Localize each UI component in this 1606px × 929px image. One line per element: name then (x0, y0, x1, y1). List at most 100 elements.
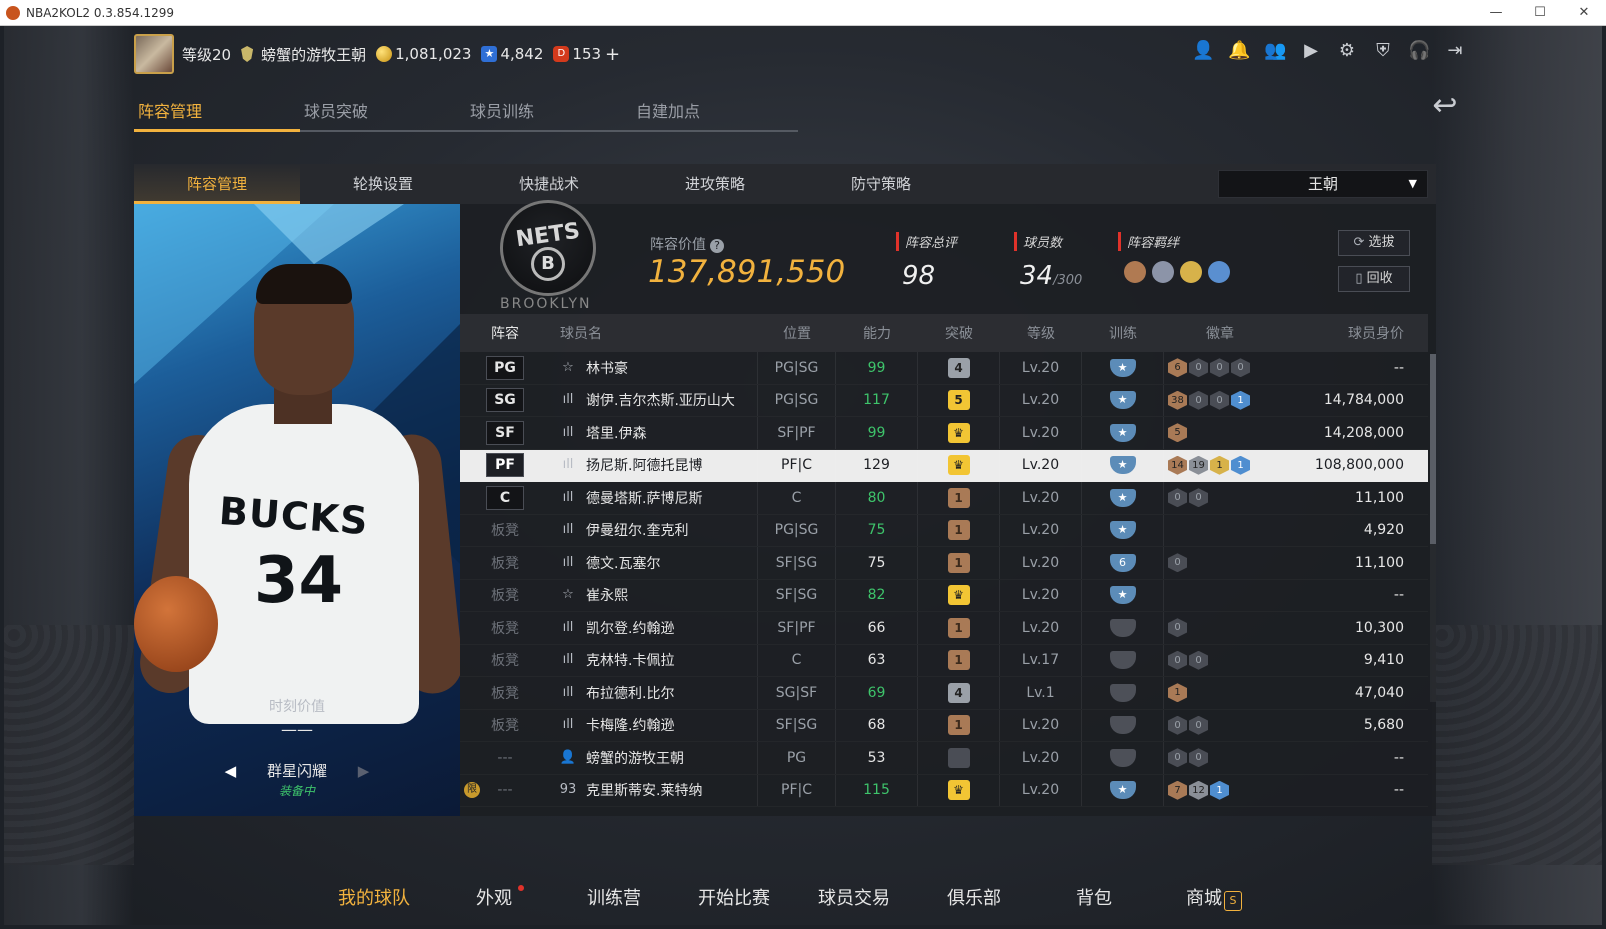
lineup-slot[interactable]: 板凳 (491, 588, 519, 604)
table-row[interactable]: 板凳 ıll 布拉德利.比尔 SG|SF 69 4 Lv.1 1 47,040 (460, 677, 1428, 710)
bell-icon[interactable]: 🔔 (1228, 40, 1250, 62)
nav-store[interactable]: 商城 S (1154, 879, 1274, 919)
training-cell: ★ (1082, 417, 1164, 449)
table-scrollbar[interactable] (1430, 354, 1436, 702)
nav-player-trade[interactable]: 球员交易 (794, 879, 914, 919)
nav-club[interactable]: 俱乐部 (914, 879, 1034, 919)
support-icon[interactable]: 🎧 (1408, 40, 1430, 62)
lineup-slot[interactable]: 板凳 (491, 653, 519, 669)
lineup-slot[interactable]: 板凳 (491, 556, 519, 572)
table-row[interactable]: C ıll 德曼塔斯.萨博尼斯 C 80 1 Lv.20 ★ 00 11,100 (460, 482, 1428, 515)
moment-value-label: 时刻价值 (269, 699, 325, 715)
table-row[interactable]: 板凳 ıll 克林特.卡佩拉 C 63 1 Lv.17 00 9,410 (460, 644, 1428, 678)
player-name-cell[interactable]: ıll 克林特.卡佩拉 (550, 644, 758, 676)
help-icon[interactable]: ? (710, 239, 724, 253)
badges-cell: 00 (1164, 488, 1276, 508)
maximize-button[interactable]: ☐ (1518, 0, 1562, 26)
shield-icon[interactable]: ⛨ (1372, 40, 1394, 62)
breakthrough-cell: 1 (918, 514, 1000, 546)
player-name-cell[interactable]: ☆ 崔永熙 (550, 579, 758, 611)
lineup-slot[interactable]: 板凳 (491, 718, 519, 734)
nav-my-team[interactable]: 我的球队 (314, 879, 434, 919)
close-button[interactable]: ✕ (1562, 0, 1606, 26)
team-select[interactable]: 王朝 ▼ (1218, 170, 1428, 198)
lineup-slot[interactable]: 板凳 (491, 686, 519, 702)
player-name-cell[interactable]: 93 克里斯蒂安.莱特纳 (550, 774, 758, 806)
exit-icon[interactable]: ⇥ (1444, 40, 1466, 62)
avatar[interactable] (134, 34, 174, 74)
friends-icon[interactable]: 👥 (1264, 40, 1286, 62)
player-name-cell[interactable]: ıll 扬尼斯.阿德托昆博 (550, 449, 758, 481)
player-name-cell[interactable]: ıll 伊曼纽尔.奎克利 (550, 514, 758, 546)
subtab-rotation[interactable]: 轮换设置 (300, 164, 466, 204)
table-row[interactable]: 板凳 ıll 凯尔登.约翰逊 SF|PF 66 1 Lv.20 0 10,300 (460, 612, 1428, 645)
player-card[interactable]: BUCKS 34 时刻价值 —— ◀ 群星闪耀 ▶ 装备中 (134, 204, 460, 816)
next-card-icon[interactable]: ▶ (358, 762, 370, 780)
table-row[interactable]: 板凳 ☆ 崔永熙 SF|SG 82 ♛ Lv.20 ★ -- (460, 579, 1428, 613)
badges-cell: 1 (1164, 683, 1276, 703)
player-price: 9,410 (1363, 652, 1404, 669)
lineup-position-badge[interactable]: PF (486, 453, 524, 478)
nav-backpack[interactable]: 背包 (1034, 879, 1154, 919)
table-row[interactable]: --- 👤 螃蟹的游牧王朝 PG 53 Lv.20 00 -- (460, 742, 1428, 775)
player-price: -- (1393, 782, 1404, 799)
breakthrough-cell: 1 (918, 709, 1000, 741)
lineup-slot[interactable]: --- (497, 750, 512, 766)
table-row[interactable]: PF ıll 扬尼斯.阿德托昆博 PF|C 129 ♛ Lv.20 ★ 14 19… (460, 449, 1428, 482)
table-row[interactable]: SF ıll 塔里.伊森 SF|PF 99 ♛ Lv.20 ★ 5 14,208… (460, 417, 1428, 450)
player-type-icon: ıll (562, 717, 574, 733)
add-currency-button[interactable]: + (605, 44, 620, 65)
subtab-defense[interactable]: 防守策略 (798, 164, 964, 204)
table-row[interactable]: SG ıll 谢伊.吉尔杰斯.亚历山大 PG|SG 117 5 Lv.20 ★ … (460, 384, 1428, 418)
player-name-cell[interactable]: ☆ 林书豪 (550, 352, 758, 384)
table-row[interactable]: PG ☆ 林书豪 PG|SG 99 4 Lv.20 ★ 6000 -- (460, 352, 1428, 385)
player-name-cell[interactable]: ıll 德文.瓦塞尔 (550, 547, 758, 579)
gear-icon[interactable]: ⚙ (1336, 40, 1358, 62)
lineup-cell: 板凳 (460, 618, 550, 638)
lineup-bonds[interactable]: 阵容羁绊 (1118, 232, 1230, 283)
lineup-position-badge[interactable]: PG (486, 355, 524, 380)
subtab-quick-tactics[interactable]: 快捷战术 (466, 164, 632, 204)
lineup-position-badge[interactable]: C (486, 485, 524, 510)
user-icon[interactable]: 👤 (1192, 40, 1214, 62)
player-name-cell[interactable]: ıll 卡梅隆.约翰逊 (550, 709, 758, 741)
tab-lineup-management[interactable]: 阵容管理 (134, 98, 300, 132)
video-icon[interactable]: ▶ (1300, 40, 1322, 62)
lineup-position-badge[interactable]: SF (486, 420, 524, 445)
tab-custom-points[interactable]: 自建加点 (632, 98, 798, 132)
lineup-position-badge[interactable]: SG (486, 388, 524, 413)
tab-player-breakthrough[interactable]: 球员突破 (300, 98, 466, 132)
minimize-button[interactable]: — (1474, 0, 1518, 26)
lineup-slot[interactable]: 板凳 (491, 621, 519, 637)
subtab-offense[interactable]: 进攻策略 (632, 164, 798, 204)
badge-icon: 0 (1189, 748, 1208, 768)
player-name-cell[interactable]: ıll 布拉德利.比尔 (550, 677, 758, 709)
table-row[interactable]: 板凳 ıll 卡梅隆.约翰逊 SF|SG 68 1 Lv.20 00 5,680 (460, 709, 1428, 743)
table-row[interactable]: 板凳 ıll 伊曼纽尔.奎克利 PG|SG 75 1 Lv.20 ★ 4,920 (460, 514, 1428, 548)
lineup-cell: 板凳 (460, 553, 550, 573)
player-name-cell[interactable]: 👤 螃蟹的游牧王朝 (550, 742, 758, 774)
player-name-cell[interactable]: ıll 塔里.伊森 (550, 417, 758, 449)
player-name-cell[interactable]: ıll 谢伊.吉尔杰斯.亚历山大 (550, 384, 758, 416)
header-lineup[interactable]: 阵容 (460, 323, 550, 343)
player-name-cell[interactable]: ıll 德曼塔斯.萨博尼斯 (550, 482, 758, 514)
prev-card-icon[interactable]: ◀ (225, 762, 237, 780)
star-currency-icon: ★ (481, 46, 498, 62)
lineup-slot[interactable]: 板凳 (491, 523, 519, 539)
table-row[interactable]: 板凳 ıll 德文.瓦塞尔 SF|SG 75 1 Lv.20 6 0 11,10… (460, 547, 1428, 580)
back-icon[interactable]: ↩ (1422, 90, 1468, 122)
nav-appearance[interactable]: 外观 (434, 879, 554, 919)
tab-player-training[interactable]: 球员训练 (466, 98, 632, 132)
recycle-button[interactable]: ▯ 回收 (1338, 266, 1410, 292)
player-name: 克里斯蒂安.莱特纳 (586, 783, 703, 800)
breakthrough-icon: 1 (947, 487, 970, 508)
nav-start-match[interactable]: 开始比赛 (674, 879, 794, 919)
lineup-slot[interactable]: --- (497, 782, 512, 798)
badges-cell: 0 (1164, 553, 1276, 573)
nav-training-camp[interactable]: 训练营 (554, 879, 674, 919)
player-name-cell[interactable]: ıll 凯尔登.约翰逊 (550, 612, 758, 644)
subtab-lineup[interactable]: 阵容管理 (134, 164, 300, 204)
table-row[interactable]: 限 --- 93 克里斯蒂安.莱特纳 PF|C 115 ♛ Lv.20 ★ 7 12… (460, 774, 1428, 808)
lineup-cell: 板凳 (460, 715, 550, 735)
pick-button[interactable]: ⟳ 选拔 (1338, 230, 1410, 256)
